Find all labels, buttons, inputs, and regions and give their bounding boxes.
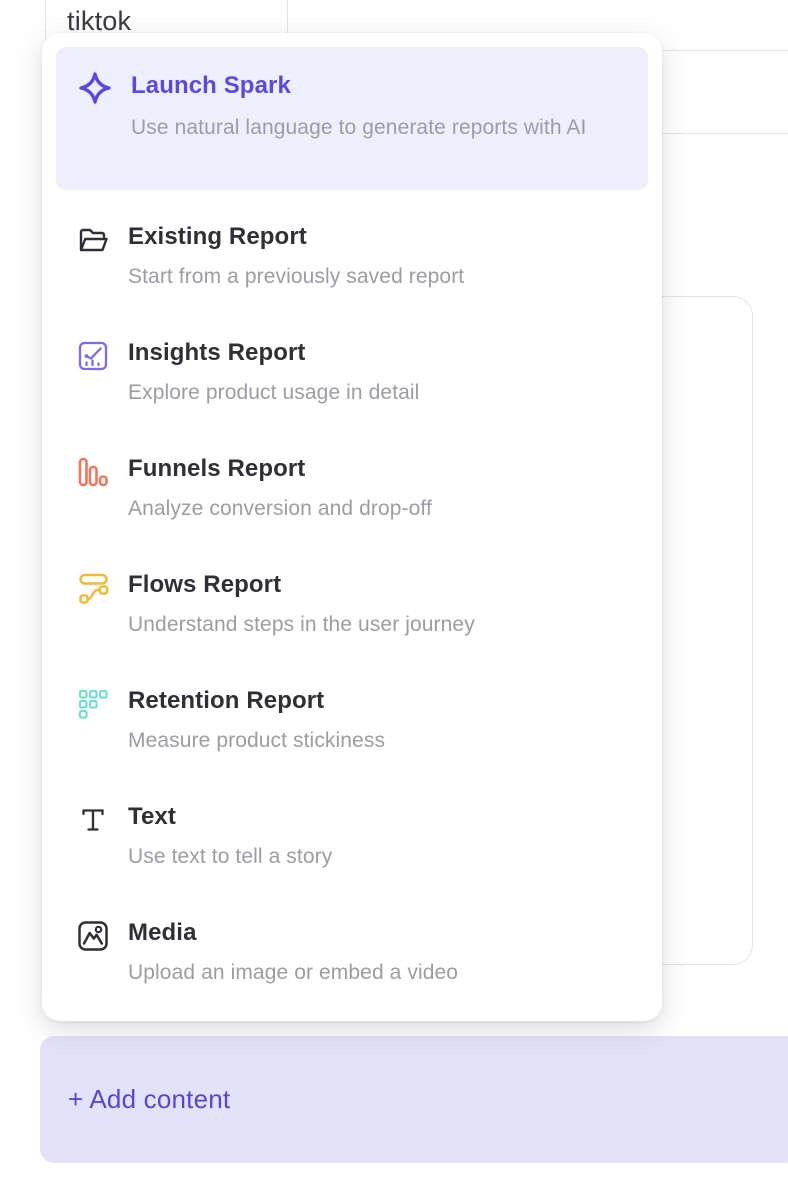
menu-item-text-block: Funnels Report Analyze conversion and dr…	[128, 454, 432, 556]
menu-item-text-block: Launch Spark Use natural language to gen…	[131, 71, 586, 166]
menu-item-retention-report[interactable]: Retention Report Measure product stickin…	[56, 672, 648, 788]
text-icon	[77, 804, 109, 836]
menu-item-text-block: Retention Report Measure product stickin…	[128, 686, 385, 788]
menu-item-description: Explore product usage in detail	[128, 381, 419, 405]
menu-item-existing-report[interactable]: Existing Report Start from a previously …	[56, 208, 648, 324]
menu-item-title: Retention Report	[128, 686, 385, 716]
menu-item-text-block: Media Upload an image or embed a video	[128, 918, 458, 1020]
menu-item-description: Start from a previously saved report	[128, 265, 464, 289]
add-content-button[interactable]: + Add content	[40, 1036, 788, 1163]
report-builder-page: tiktok Launch Spark Use natural language…	[0, 0, 788, 1200]
insights-chart-icon	[77, 340, 109, 372]
spark-icon	[78, 71, 112, 105]
retention-grid-icon	[77, 688, 109, 720]
funnel-bars-icon	[77, 456, 109, 488]
menu-item-description: Use natural language to generate reports…	[131, 107, 586, 149]
menu-item-text-block: Flows Report Understand steps in the use…	[128, 570, 475, 672]
menu-item-description: Understand steps in the user journey	[128, 613, 475, 637]
menu-item-title: Flows Report	[128, 570, 475, 600]
menu-item-description: Upload an image or embed a video	[128, 961, 458, 985]
menu-item-title: Funnels Report	[128, 454, 432, 484]
menu-item-text-block: Insights Report Explore product usage in…	[128, 338, 419, 440]
menu-item-description: Use text to tell a story	[128, 845, 332, 869]
menu-item-description: Measure product stickiness	[128, 729, 385, 753]
add-content-menu: Launch Spark Use natural language to gen…	[42, 33, 662, 1021]
menu-item-launch-spark[interactable]: Launch Spark Use natural language to gen…	[56, 47, 648, 190]
menu-item-title: Media	[128, 918, 458, 948]
menu-item-text-block: Text Use text to tell a story	[128, 802, 332, 904]
media-image-icon	[77, 920, 109, 952]
menu-item-title: Launch Spark	[131, 71, 586, 101]
add-content-label: + Add content	[68, 1084, 230, 1115]
menu-item-title: Existing Report	[128, 222, 464, 252]
menu-item-title: Text	[128, 802, 332, 832]
menu-item-media[interactable]: Media Upload an image or embed a video	[56, 904, 648, 1020]
menu-item-insights-report[interactable]: Insights Report Explore product usage in…	[56, 324, 648, 440]
menu-item-flows-report[interactable]: Flows Report Understand steps in the use…	[56, 556, 648, 672]
flows-icon	[77, 572, 109, 604]
menu-item-text[interactable]: Text Use text to tell a story	[56, 788, 648, 904]
menu-item-text-block: Existing Report Start from a previously …	[128, 222, 464, 324]
menu-item-title: Insights Report	[128, 338, 419, 368]
menu-item-funnels-report[interactable]: Funnels Report Analyze conversion and dr…	[56, 440, 648, 556]
menu-item-description: Analyze conversion and drop-off	[128, 497, 432, 521]
folder-open-icon	[77, 224, 109, 256]
